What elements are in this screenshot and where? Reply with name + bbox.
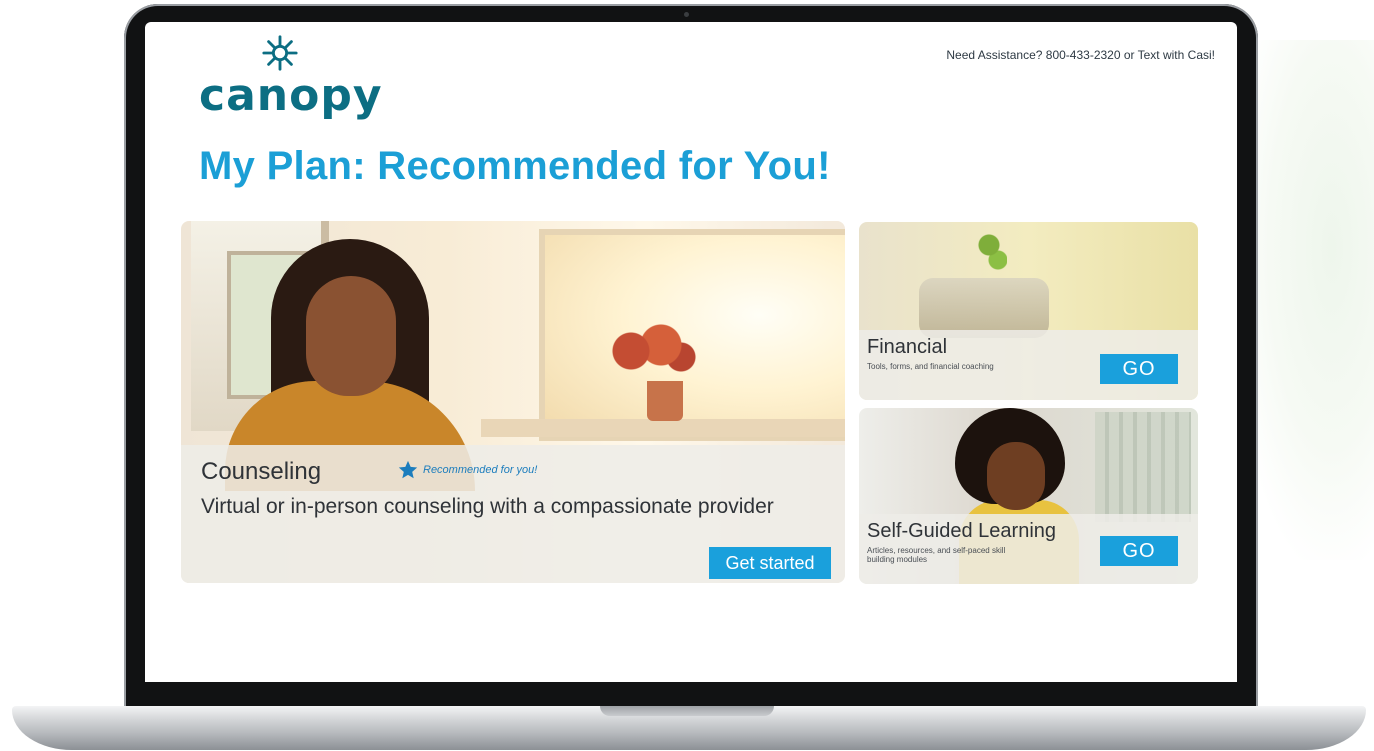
financial-overlay: Financial Tools, forms, and financial co…: [859, 330, 1198, 400]
financial-card[interactable]: Financial Tools, forms, and financial co…: [859, 222, 1198, 400]
recommended-badge-label: Recommended for you!: [423, 464, 538, 476]
financial-description: Tools, forms, and financial coaching: [867, 362, 994, 371]
self-guided-learning-card[interactable]: Self-Guided Learning Articles, resources…: [859, 408, 1198, 584]
counseling-card[interactable]: Counseling Recommended for you! Virtual …: [181, 221, 845, 583]
woman-face-photo: [306, 276, 396, 396]
plant-pot-photo: [647, 381, 683, 421]
star-icon: [398, 460, 418, 479]
page-title: My Plan: Recommended for You!: [199, 144, 831, 188]
self-guided-overlay: Self-Guided Learning Articles, resources…: [859, 514, 1198, 584]
canopy-logo-icon: [262, 35, 298, 71]
recommended-badge: Recommended for you!: [397, 459, 537, 481]
financial-go-button[interactable]: GO: [1100, 354, 1178, 384]
laptop-hinge-notch: [600, 706, 774, 716]
counseling-description: Virtual or in-person counseling with a c…: [201, 495, 774, 518]
sprout-photo: [977, 230, 1007, 280]
self-guided-description: Articles, resources, and self-paced skil…: [867, 546, 1006, 564]
counseling-title: Counseling: [201, 458, 322, 485]
counseling-overlay: Counseling Recommended for you! Virtual …: [181, 445, 845, 583]
get-started-button[interactable]: Get started: [709, 547, 831, 579]
plant-photo: [601, 321, 701, 381]
financial-title: Financial: [867, 336, 948, 358]
self-guided-go-button[interactable]: GO: [1100, 536, 1178, 566]
laptop-screen: canopy Need Assistance? 800-433-2320 or …: [145, 22, 1237, 682]
brand-logo-text[interactable]: canopy: [199, 70, 383, 121]
woman-face-photo: [987, 442, 1045, 510]
self-guided-title: Self-Guided Learning: [867, 520, 1057, 542]
assistance-contact: Need Assistance? 800-433-2320 or Text wi…: [946, 48, 1215, 62]
coin-jar-photo: [919, 278, 1049, 338]
window-sill: [481, 419, 845, 437]
building-photo: [1095, 412, 1191, 522]
webcam-icon: [684, 12, 689, 17]
